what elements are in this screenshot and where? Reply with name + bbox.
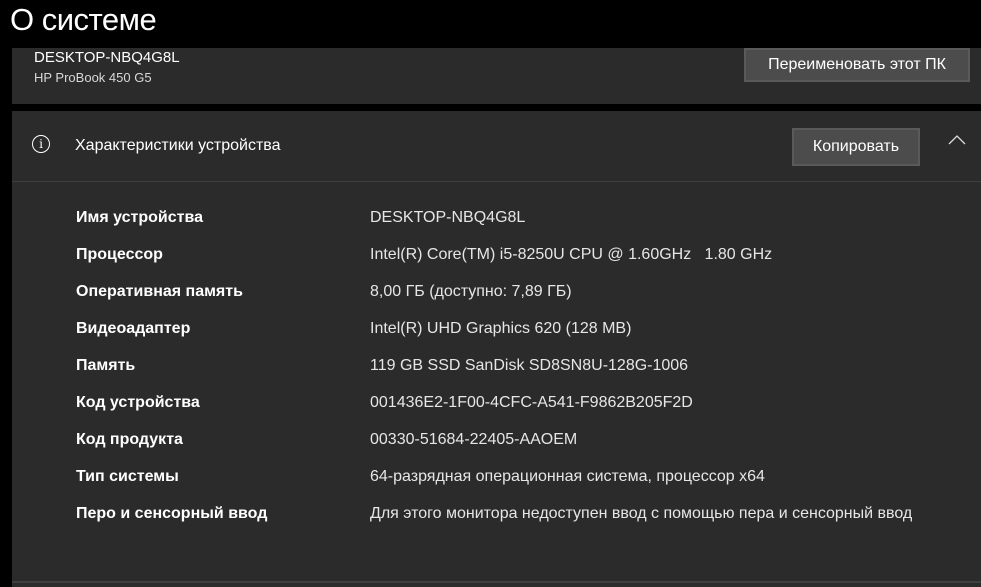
- spec-value: Intel(R) UHD Graphics 620 (128 MB): [370, 320, 632, 337]
- specs-list: Имя устройства DESKTOP-NBQ4G8L Процессор I…: [12, 209, 981, 542]
- spec-value: 001436E2-1F00-4CFC-A541-F9862B205F2D: [370, 394, 693, 411]
- device-card: DESKTOP-NBQ4G8L HP ProBook 450 G5 Переим…: [12, 48, 981, 104]
- spec-value: 00330-51684-22405-AAOEM: [370, 431, 578, 448]
- spec-value: 119 GB SSD SanDisk SD8SN8U-128G-1006: [370, 357, 689, 374]
- spec-row: Перо и сенсорный ввод Для этого монитора …: [12, 505, 981, 542]
- spec-value: 8,00 ГБ (доступно: 7,89 ГБ): [370, 283, 572, 300]
- device-model: HP ProBook 450 G5: [34, 70, 152, 85]
- spec-label: Память: [76, 357, 136, 374]
- spec-value: 64-разрядная операционная система, проце…: [370, 468, 765, 485]
- device-name: DESKTOP-NBQ4G8L: [34, 49, 180, 66]
- spec-label: Перо и сенсорный ввод: [76, 505, 268, 522]
- spec-row: Тип системы 64-разрядная операционная сис…: [12, 468, 981, 505]
- specs-header-label: Характеристики устройства: [75, 137, 281, 154]
- device-specs-section: i Характеристики устройства Копировать И…: [12, 111, 981, 587]
- spec-value: DESKTOP-NBQ4G8L: [370, 209, 526, 226]
- spec-label: Оперативная память: [76, 283, 243, 300]
- info-icon: i: [32, 135, 50, 153]
- divider: [12, 581, 981, 583]
- copy-button[interactable]: Копировать: [792, 128, 920, 166]
- spec-label: Имя устройства: [76, 209, 203, 226]
- specs-header[interactable]: i Характеристики устройства Копировать: [12, 111, 981, 182]
- chevron-up-icon[interactable]: [948, 133, 966, 151]
- spec-value: Intel(R) Core(TM) i5-8250U CPU @ 1.60GHz…: [370, 246, 773, 263]
- spec-row: Процессор Intel(R) Core(TM) i5-8250U CPU …: [12, 246, 981, 283]
- rename-pc-button[interactable]: Переименовать этот ПК: [744, 48, 970, 82]
- page-title: О системе: [10, 2, 157, 37]
- spec-label: Тип системы: [76, 468, 179, 485]
- spec-row: Код продукта 00330-51684-22405-AAOEM: [12, 431, 981, 468]
- spec-value: Для этого монитора недоступен ввод с пом…: [370, 505, 913, 522]
- spec-row: Видеоадаптер Intel(R) UHD Graphics 620 (1…: [12, 320, 981, 357]
- spec-label: Код продукта: [76, 431, 183, 448]
- spec-label: Видеоадаптер: [76, 320, 191, 337]
- spec-label: Процессор: [76, 246, 163, 263]
- spec-row: Код устройства 001436E2-1F00-4CFC-A541-F9…: [12, 394, 981, 431]
- spec-row: Память 119 GB SSD SanDisk SD8SN8U-128G-10…: [12, 357, 981, 394]
- spec-label: Код устройства: [76, 394, 200, 411]
- spec-row: Оперативная память 8,00 ГБ (доступно: 7,8…: [12, 283, 981, 320]
- spec-row: Имя устройства DESKTOP-NBQ4G8L: [12, 209, 981, 246]
